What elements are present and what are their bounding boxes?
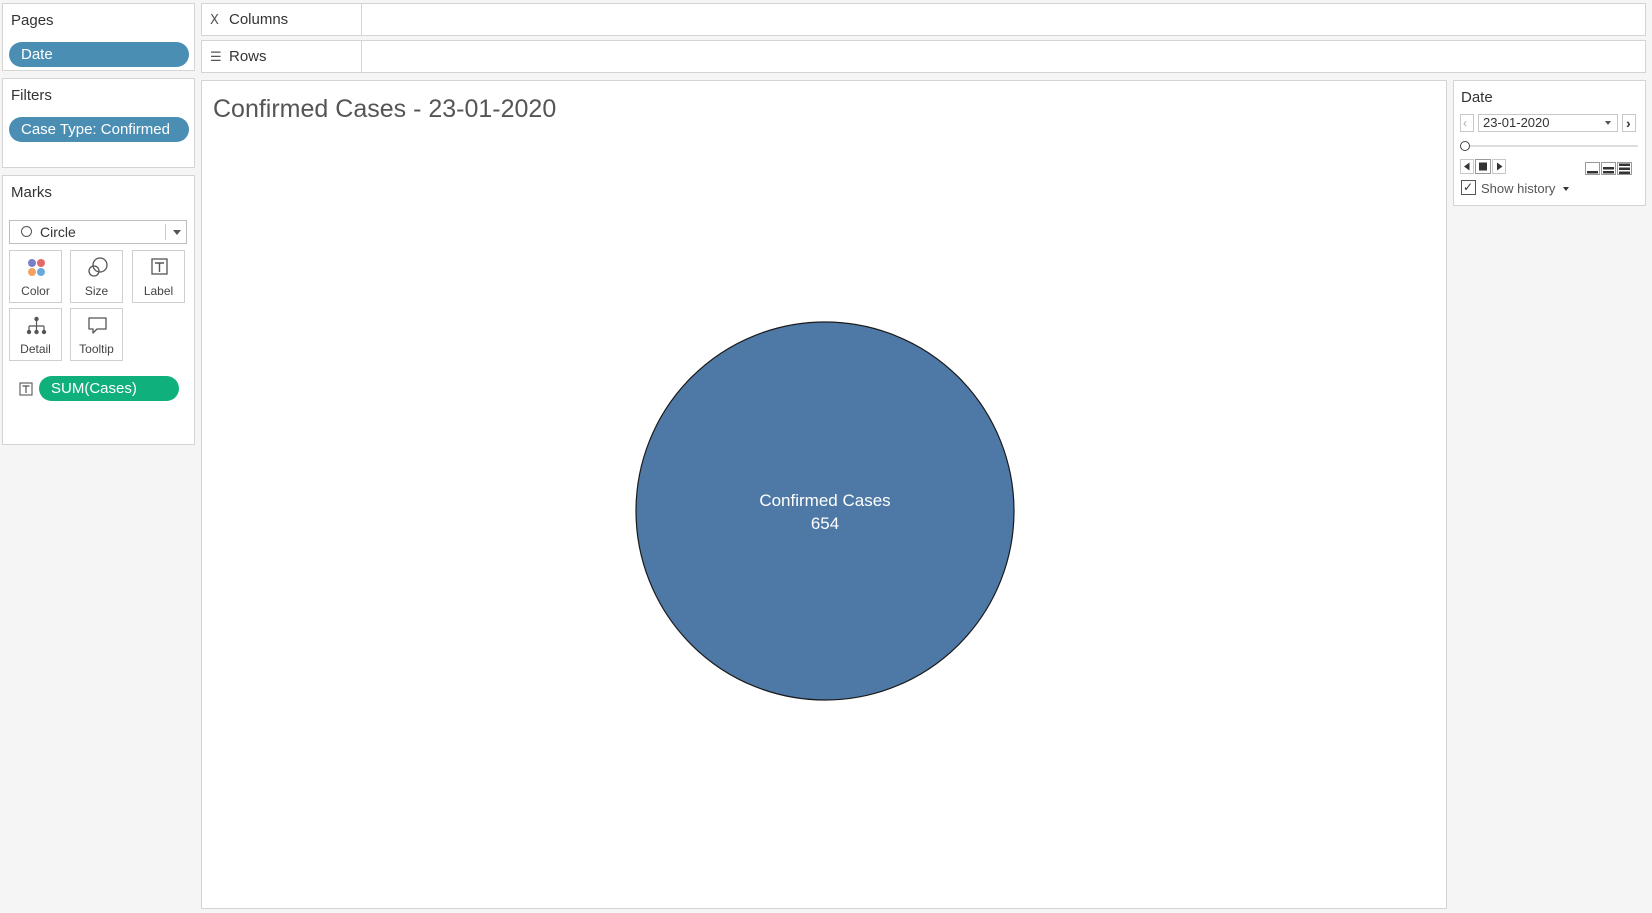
sum-cases-pill[interactable]: SUM(Cases) <box>39 376 179 401</box>
mark-type-dropdown[interactable]: Circle <box>9 220 187 244</box>
chevron-left-icon: ‹ <box>1463 116 1467 130</box>
circle-mark-svg: Confirmed Cases 654 <box>635 321 1015 701</box>
color-icon <box>28 259 45 276</box>
date-select[interactable]: 23-01-2020 <box>1478 114 1618 132</box>
circle-icon <box>21 226 32 237</box>
marks-tooltip-button[interactable]: Tooltip <box>70 308 123 361</box>
pages-card: Pages Date <box>2 3 195 71</box>
filters-title: Filters <box>11 87 52 104</box>
marks-size-label: Size <box>84 284 109 298</box>
date-page-control: Date ‹ 23-01-2020 › ✓ Show history <box>1453 80 1646 206</box>
marks-detail-button[interactable]: Detail <box>9 308 62 361</box>
speed-fast-button[interactable] <box>1617 162 1632 175</box>
columns-shelf[interactable]: Ⅹ Columns <box>201 3 1646 36</box>
circle-value-text: 654 <box>811 514 839 533</box>
circle-label-text: Confirmed Cases <box>759 491 890 510</box>
next-page-button[interactable]: › <box>1622 114 1636 132</box>
show-history-arrow-icon <box>1562 186 1569 191</box>
date-select-value: 23-01-2020 <box>1483 115 1550 130</box>
chevron-right-icon: › <box>1626 115 1631 131</box>
mark-type-label: Circle <box>40 224 76 240</box>
columns-label: Columns <box>229 11 289 28</box>
rows-label: Rows <box>229 48 267 65</box>
tooltip-icon <box>88 317 107 334</box>
size-icon <box>88 257 108 277</box>
date-control-title: Date <box>1461 89 1493 106</box>
filter-case-type-pill[interactable]: Case Type: Confirmed <box>9 117 189 142</box>
marks-size-button[interactable]: Size <box>70 250 123 303</box>
checkmark-icon: ✓ <box>1463 180 1474 194</box>
page-slider-track[interactable] <box>1462 145 1638 147</box>
text-label-small-icon <box>19 382 33 396</box>
rows-shelf-label: ☰ Rows <box>202 41 362 72</box>
stop-button[interactable] <box>1475 159 1491 174</box>
rows-icon: ☰ <box>210 49 222 64</box>
marks-title: Marks <box>11 184 52 201</box>
show-history-checkbox[interactable]: ✓ <box>1461 180 1476 195</box>
columns-icon: Ⅹ <box>210 12 219 27</box>
marks-color-label: Color <box>21 284 50 298</box>
marks-label-button[interactable]: Label <box>132 250 185 303</box>
pages-title: Pages <box>11 12 54 29</box>
dropdown-arrow-icon <box>1605 121 1611 125</box>
dropdown-separator <box>165 224 166 240</box>
prev-page-button[interactable]: ‹ <box>1460 114 1474 132</box>
columns-shelf-label: Ⅹ Columns <box>202 4 362 35</box>
confirmed-cases-circle[interactable] <box>635 321 1015 701</box>
text-label-icon <box>151 258 168 275</box>
viz-canvas: Confirmed Cases - 23-01-2020 Confirmed C… <box>201 80 1447 909</box>
play-backward-button[interactable] <box>1460 159 1474 174</box>
show-history-label: Show history <box>1481 181 1556 196</box>
rows-shelf[interactable]: ☰ Rows <box>201 40 1646 73</box>
speed-medium-button[interactable] <box>1601 162 1616 175</box>
filters-card: Filters Case Type: Confirmed <box>2 78 195 168</box>
play-forward-button[interactable] <box>1492 159 1506 174</box>
show-history-dropdown[interactable]: Show history <box>1481 180 1569 196</box>
speed-slow-button[interactable] <box>1585 162 1600 175</box>
marks-detail-label: Detail <box>20 342 51 356</box>
speed-controls <box>1585 162 1632 175</box>
page-slider-thumb[interactable] <box>1460 141 1470 151</box>
playback-controls <box>1460 159 1506 174</box>
pages-date-pill[interactable]: Date <box>9 42 189 67</box>
chevron-down-icon <box>173 230 181 235</box>
marks-color-button[interactable]: Color <box>9 250 62 303</box>
marks-tooltip-label: Tooltip <box>79 342 114 356</box>
detail-icon <box>26 316 47 335</box>
marks-label-caption: Label <box>143 284 174 298</box>
